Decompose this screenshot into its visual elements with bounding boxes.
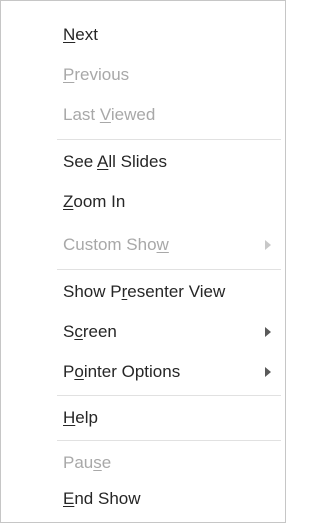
menu-item-label: Next	[63, 25, 98, 44]
menu-item-label: Zoom In	[63, 192, 126, 211]
menu-item-label: Previous	[63, 65, 130, 84]
menu-item-zoom-in[interactable]: Zoom In	[1, 182, 285, 222]
menu-item-last-viewed[interactable]: Last Viewed	[1, 95, 285, 135]
submenu-arrow-icon	[263, 225, 273, 265]
menu-item-label: See All Slides	[63, 152, 167, 171]
menu-item-label: Pause	[63, 453, 112, 472]
submenu-arrow-icon	[263, 312, 273, 352]
menu-item-pointer-options[interactable]: Pointer Options	[1, 352, 285, 392]
menu-item-screen[interactable]: Screen	[1, 312, 285, 352]
menu-item-pause[interactable]: Pause	[1, 443, 285, 483]
menu-item-label: Help	[63, 408, 98, 427]
menu-item-label: Show Presenter View	[63, 282, 226, 301]
menu-separator	[57, 440, 281, 441]
slideshow-context-menu: Next Previous Last Viewed See All Slides…	[0, 0, 286, 523]
menu-item-label: End Show	[63, 489, 141, 508]
menu-separator	[57, 395, 281, 396]
menu-item-next[interactable]: Next	[1, 15, 285, 55]
menu-separator	[57, 139, 281, 140]
menu-separator	[57, 269, 281, 270]
menu-item-label: Screen	[63, 322, 117, 341]
menu-item-previous[interactable]: Previous	[1, 55, 285, 95]
menu-item-see-all-slides[interactable]: See All Slides	[1, 142, 285, 182]
menu-item-help[interactable]: Help	[1, 398, 285, 438]
menu-item-show-presenter-view[interactable]: Show Presenter View	[1, 272, 285, 312]
submenu-arrow-icon	[263, 352, 273, 392]
menu-item-label: Custom Show	[63, 235, 169, 254]
menu-item-label: Last Viewed	[63, 105, 156, 124]
menu-item-custom-show[interactable]: Custom Show	[1, 225, 285, 265]
menu-item-end-show[interactable]: End Show	[1, 479, 285, 519]
menu-item-label: Pointer Options	[63, 362, 181, 381]
